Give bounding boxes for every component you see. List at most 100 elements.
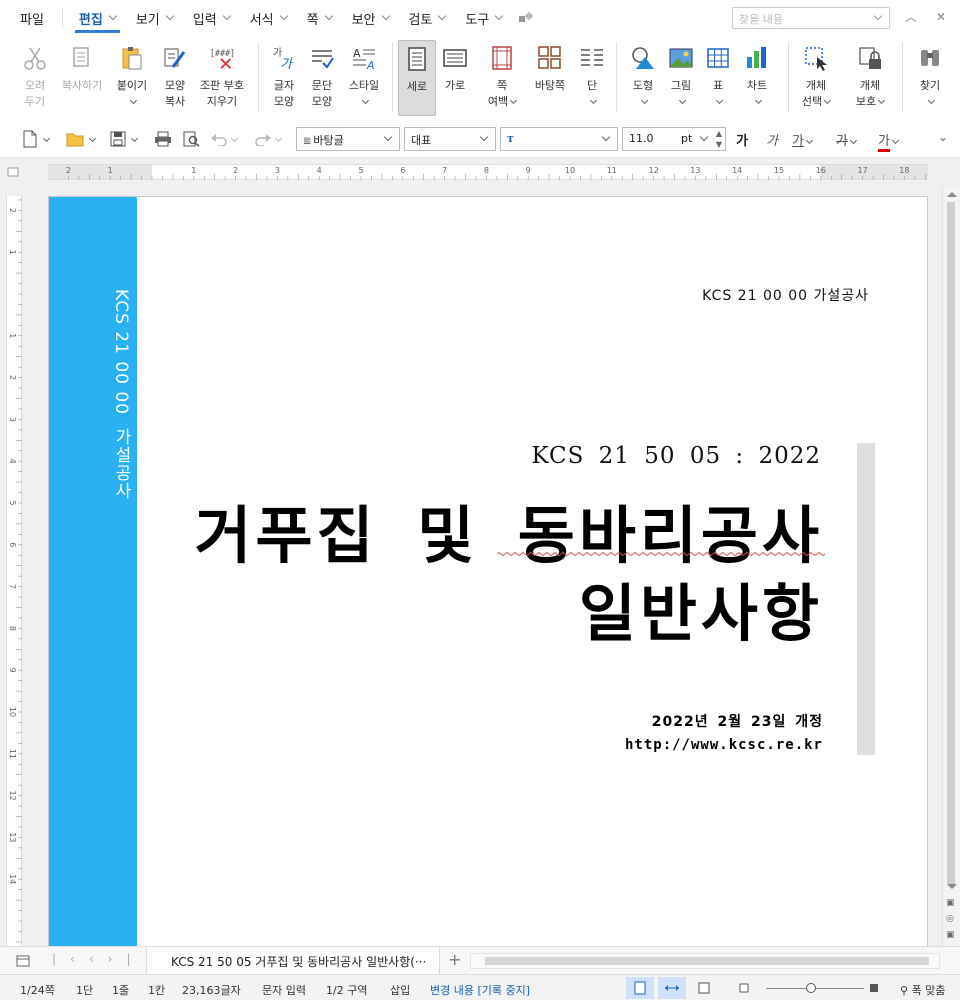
redo-button[interactable] bbox=[254, 129, 283, 149]
document-area[interactable]: KCS 21 00 00 가설공사 KCS 21 00 00 가설공사 KCS … bbox=[28, 186, 942, 946]
document-page[interactable]: KCS 21 00 00 가설공사 KCS 21 00 00 가설공사 KCS … bbox=[48, 196, 928, 946]
style-select[interactable]: ≣ 바탕글 bbox=[296, 127, 400, 151]
svg-text:A: A bbox=[366, 59, 375, 71]
horizontal-scrollbar[interactable] bbox=[470, 953, 940, 969]
vertical-ruler-ticks: 3211234567891011121314 bbox=[8, 199, 22, 943]
website-url: http://www.kcsc.re.kr bbox=[624, 737, 823, 753]
ruler-label: 8 bbox=[8, 626, 17, 631]
extension-icon[interactable] bbox=[518, 11, 534, 25]
table-button[interactable]: 표 bbox=[702, 40, 734, 116]
find-input[interactable]: 찾을 내용 bbox=[732, 7, 890, 29]
para-shape-button[interactable]: 문단 모양 bbox=[304, 40, 340, 116]
ruler-corner-icon[interactable] bbox=[6, 164, 20, 178]
shape-button[interactable]: 도형 bbox=[624, 40, 662, 116]
picture-button[interactable]: 그림 bbox=[664, 40, 698, 116]
font-color-button[interactable]: 가 bbox=[878, 130, 900, 152]
ruler-label: 2 bbox=[8, 208, 17, 213]
bold-button[interactable]: 가 bbox=[736, 130, 748, 149]
save-button[interactable] bbox=[110, 129, 139, 149]
margin-button[interactable]: 쪽 여백 bbox=[484, 40, 520, 116]
tab-nav-arrows-icon[interactable]: |‹‹›| bbox=[52, 952, 144, 966]
font-select[interactable]: ᴛ bbox=[500, 127, 618, 151]
strikethrough-button[interactable]: 가 bbox=[836, 130, 858, 149]
columns-button[interactable]: 단 bbox=[576, 40, 608, 116]
scroll-down-icon[interactable] bbox=[947, 884, 957, 889]
chevron-down-icon bbox=[678, 96, 687, 105]
horizontal-ruler[interactable]: 2 1 1 2 3 4 5 6 7 8 9 10 11 12 13 14 15 16 17 18 bbox=[48, 164, 928, 180]
copy-button[interactable]: 복사하기 bbox=[58, 40, 106, 116]
preview-button[interactable] bbox=[182, 129, 200, 149]
horizontal-scrollbar-thumb[interactable] bbox=[485, 957, 929, 965]
print-button[interactable] bbox=[154, 129, 172, 149]
zoom-in-button[interactable] bbox=[860, 977, 888, 999]
menu-view[interactable]: 보기 bbox=[126, 0, 183, 36]
language-select-value: 대표 bbox=[411, 134, 432, 147]
status-page[interactable]: 1/24쪽 bbox=[20, 982, 55, 998]
vertical-scrollbar[interactable]: ▣ ◎ ▣ bbox=[942, 186, 960, 946]
collapse-ribbon-icon[interactable]: ︿ bbox=[904, 10, 918, 24]
undo-button[interactable] bbox=[210, 129, 239, 149]
ribbon-separator bbox=[902, 42, 903, 112]
menu-tools[interactable]: 도구 bbox=[455, 0, 512, 36]
menu-insert[interactable]: 입력 bbox=[183, 0, 240, 36]
object-select-icon bbox=[802, 44, 830, 72]
menu-format[interactable]: 서식 bbox=[240, 0, 297, 36]
chart-button[interactable]: 차트 bbox=[738, 40, 776, 116]
object-protect-button[interactable]: 개체 보호 bbox=[848, 40, 892, 116]
menu-review[interactable]: 검토 bbox=[399, 0, 456, 36]
ruler-label: 2 bbox=[233, 166, 238, 175]
new-document-button[interactable] bbox=[22, 129, 51, 149]
add-tab-button[interactable]: + bbox=[448, 950, 461, 969]
find-button[interactable]: 찾기 bbox=[910, 40, 950, 116]
page-down-icon[interactable]: ▣ bbox=[946, 930, 955, 940]
page-icon[interactable]: ◎ bbox=[946, 914, 954, 924]
truetype-font-icon: ᴛ bbox=[507, 132, 514, 145]
status-track-changes[interactable]: 변경 내용 [기록 중지] bbox=[430, 982, 530, 998]
menu-file[interactable]: 파일 bbox=[0, 0, 56, 36]
chevron-down-icon bbox=[510, 96, 518, 105]
view-width-button[interactable] bbox=[658, 977, 686, 999]
chevron-down-icon bbox=[589, 96, 598, 105]
zoom-fit-width[interactable]: ⚲ 폭 맞춤 bbox=[900, 982, 945, 998]
chevron-down-icon[interactable] bbox=[873, 11, 883, 21]
view-normal-button[interactable] bbox=[626, 977, 654, 999]
vertical-ruler-area: 3211234567891011121314 bbox=[0, 186, 28, 946]
ruler-label: 7 bbox=[442, 166, 447, 175]
style-button[interactable]: AA 스타일 bbox=[342, 40, 386, 116]
menu-page[interactable]: 쪽 bbox=[297, 0, 342, 36]
vertical-ruler[interactable]: 3211234567891011121314 bbox=[6, 196, 22, 946]
italic-button[interactable]: 가 bbox=[766, 130, 778, 149]
close-icon[interactable]: ✕ bbox=[934, 10, 948, 24]
tab-list-icon[interactable] bbox=[16, 954, 30, 968]
cut-button[interactable]: 오려 두기 bbox=[14, 40, 56, 116]
paste-button[interactable]: 붙이기 bbox=[110, 40, 154, 116]
zoom-out-button[interactable] bbox=[730, 977, 758, 999]
status-insert[interactable]: 삽입 bbox=[390, 982, 410, 998]
status-line: 1줄 bbox=[112, 984, 130, 997]
page-up-icon[interactable]: ▣ bbox=[946, 898, 955, 908]
language-select[interactable]: 대표 bbox=[404, 127, 496, 151]
background-page-button[interactable]: 바탕쪽 bbox=[530, 40, 570, 116]
landscape-button[interactable]: 가로 bbox=[438, 40, 472, 116]
char-shape-icon: 가가 bbox=[270, 44, 298, 72]
size-stepper-icon[interactable]: ▲ ▼ bbox=[716, 128, 722, 150]
chevron-down-icon bbox=[274, 134, 283, 142]
clear-format-button[interactable]: [###] 조판 부호 지우기 bbox=[196, 40, 248, 116]
format-copy-button[interactable]: 모양 복사 bbox=[156, 40, 194, 116]
char-shape-button[interactable]: 가가 글자 모양 bbox=[266, 40, 302, 116]
scrollbar-thumb[interactable] bbox=[947, 202, 955, 884]
view-full-button[interactable] bbox=[690, 977, 718, 999]
zoom-slider-handle[interactable] bbox=[806, 983, 816, 993]
menu-security[interactable]: 보안 bbox=[342, 0, 399, 36]
object-select-button[interactable]: 개체 선택 bbox=[796, 40, 836, 116]
svg-text:A: A bbox=[353, 47, 361, 60]
font-size-input[interactable]: 11.0 pt ▲ ▼ bbox=[622, 127, 726, 151]
menu-edit[interactable]: 편집 bbox=[69, 0, 126, 36]
tab-document[interactable]: KCS 21 50 05 거푸집 및 동바리공사 일반사항(··· bbox=[146, 947, 440, 975]
portrait-button[interactable]: 세로 bbox=[398, 40, 436, 116]
open-button[interactable] bbox=[66, 129, 97, 149]
scroll-up-icon[interactable] bbox=[947, 192, 957, 197]
underline-button[interactable]: 가 bbox=[792, 130, 814, 149]
para-shape-icon bbox=[308, 44, 336, 72]
toolbar-overflow-icon[interactable]: ⌄ bbox=[938, 130, 948, 144]
